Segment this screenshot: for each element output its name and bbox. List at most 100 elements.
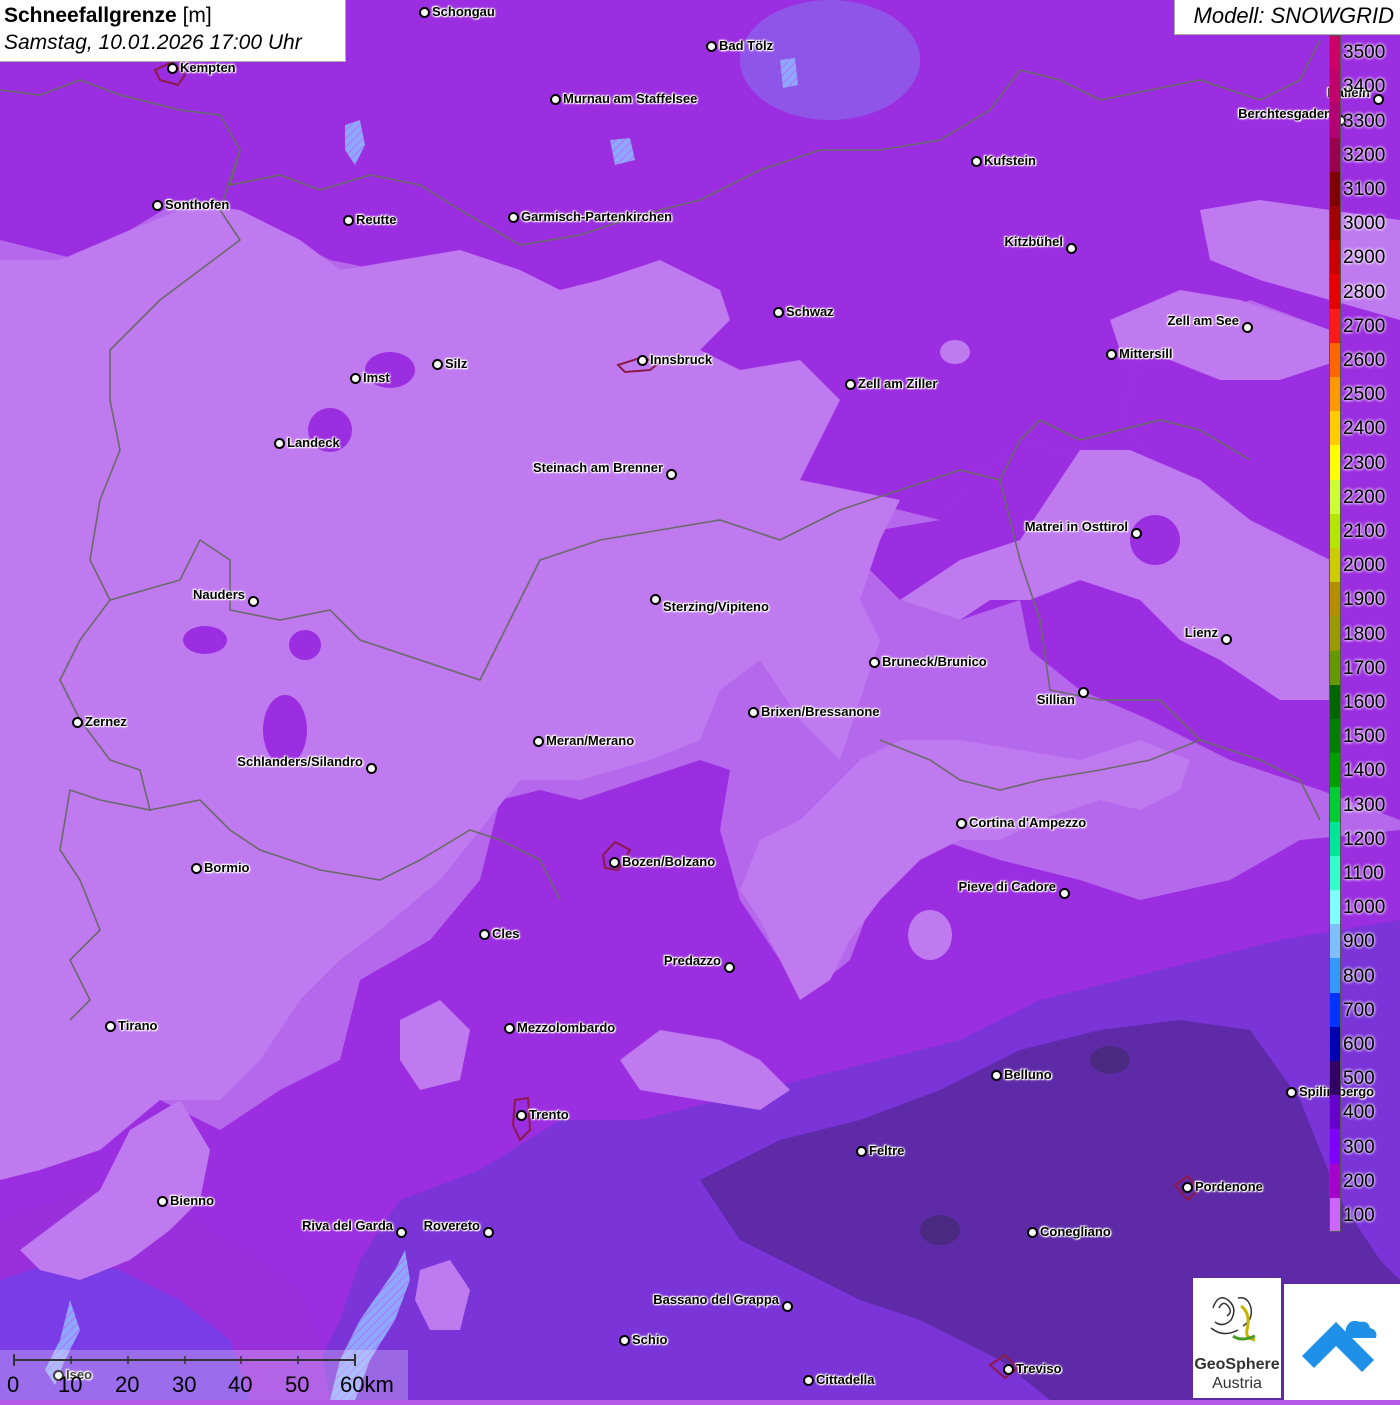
legend-label: 1800	[1343, 623, 1386, 645]
legend-label: 1600	[1343, 691, 1386, 713]
legend-label: 800	[1343, 965, 1375, 987]
city-label: Landeck	[287, 435, 340, 450]
city-label: Imst	[363, 370, 390, 385]
city-marker	[1059, 888, 1070, 899]
city-marker	[856, 1146, 867, 1157]
city-marker	[956, 818, 967, 829]
legend-label: 3100	[1343, 178, 1386, 200]
legend-label: 400	[1343, 1102, 1375, 1124]
city-marker	[504, 1023, 515, 1034]
city-label: Schongau	[432, 4, 495, 19]
city-label: Cortina d'Ampezzo	[969, 815, 1087, 830]
city-label: Matrei in Osttirol	[1024, 519, 1128, 534]
city-marker	[343, 215, 354, 226]
legend-label: 2600	[1343, 349, 1386, 371]
legend-label: 900	[1343, 931, 1375, 953]
city-marker	[1131, 528, 1142, 539]
city-label: Reutte	[356, 212, 397, 227]
legend-label: 2100	[1343, 520, 1386, 542]
city-label: Schlanders/Silandro	[237, 754, 363, 769]
city-label: Meran/Merano	[546, 733, 635, 748]
city-label: Cles	[492, 926, 520, 941]
city-label: Brixen/Bressanone	[761, 704, 880, 719]
city-label: Sterzing/Vipiteno	[663, 599, 769, 614]
mountain-cloud-icon	[1302, 1320, 1377, 1372]
legend-label: 2900	[1343, 247, 1386, 269]
city-label: Bruneck/Brunico	[882, 654, 987, 669]
scale-label-10: 10	[58, 1372, 83, 1397]
pocket-belluno-dark	[1090, 1046, 1130, 1074]
city-marker	[550, 94, 561, 105]
pocket-badtoelz-blue	[740, 0, 920, 120]
legend-label: 200	[1343, 1170, 1375, 1192]
city-label: Pieve di Cadore	[958, 879, 1056, 894]
legend-label: 2500	[1343, 384, 1386, 406]
city-marker	[1066, 243, 1077, 254]
city-label: Lienz	[1184, 625, 1218, 640]
city-label: Zernez	[85, 714, 127, 729]
city-label: Conegliano	[1040, 1224, 1111, 1239]
city-label: Steinach am Brenner	[532, 460, 663, 475]
city-marker	[1078, 687, 1089, 698]
city-marker	[167, 63, 178, 74]
scale-label-30: 30	[172, 1372, 197, 1397]
city-label: Bienno	[170, 1193, 215, 1208]
city-marker	[619, 1335, 630, 1346]
legend-label: 500	[1343, 1068, 1375, 1090]
city-label: Tirano	[118, 1018, 158, 1033]
city-marker	[152, 200, 163, 211]
city-label: Murnau am Staffelsee	[563, 91, 698, 106]
city-marker	[483, 1227, 494, 1238]
legend-label: 2300	[1343, 452, 1386, 474]
city-label: Riva del Garda	[301, 1218, 393, 1233]
legend-label: 1900	[1343, 589, 1386, 611]
city-marker	[1003, 1364, 1014, 1375]
city-label: Bad Tölz	[719, 38, 774, 53]
city-marker	[869, 657, 880, 668]
scale-label-0: 0	[7, 1372, 20, 1397]
legend-label: 2400	[1343, 418, 1386, 440]
city-label: Treviso	[1016, 1361, 1062, 1376]
city-marker	[666, 469, 677, 480]
city-marker	[782, 1301, 793, 1312]
city-marker	[274, 438, 285, 449]
city-marker	[508, 212, 519, 223]
map-datetime: Samstag, 10.01.2026 17:00 Uhr	[4, 31, 302, 54]
city-marker	[479, 929, 490, 940]
city-marker	[803, 1375, 814, 1386]
city-marker	[1221, 634, 1232, 645]
legend-label: 3000	[1343, 213, 1386, 235]
city-marker	[1027, 1227, 1038, 1238]
legend-label: 1300	[1343, 794, 1386, 816]
city-marker	[432, 359, 443, 370]
legend-label: 1500	[1343, 726, 1386, 748]
city-marker	[1182, 1182, 1193, 1193]
city-label: Mittersill	[1119, 346, 1173, 361]
city-label: Belluno	[1004, 1067, 1052, 1082]
pocket-matrei	[1130, 515, 1180, 565]
partner-logo	[1284, 1284, 1400, 1400]
city-marker	[1242, 322, 1253, 333]
scale-label-50: 50	[285, 1372, 310, 1397]
city-marker	[191, 863, 202, 874]
city-label: Schwaz	[786, 304, 834, 319]
city-label: Predazzo	[663, 953, 721, 968]
city-label: Mezzolombardo	[517, 1020, 616, 1035]
city-marker	[105, 1021, 116, 1032]
city-label: Silz	[445, 356, 468, 371]
city-label: Rovereto	[423, 1218, 480, 1233]
city-label: Bassano del Grappa	[653, 1292, 779, 1307]
legend-label: 3200	[1343, 144, 1386, 166]
city-label: Bozen/Bolzano	[622, 854, 716, 869]
scale-label-40: 40	[228, 1372, 253, 1397]
city-marker	[1106, 349, 1117, 360]
city-marker	[991, 1070, 1002, 1081]
scale-label-20: 20	[115, 1372, 140, 1397]
city-label: Kufstein	[984, 153, 1036, 168]
city-label: Kempten	[180, 60, 236, 75]
geosphere-icon	[1210, 1296, 1256, 1342]
legend-label: 2000	[1343, 555, 1386, 577]
legend-label: 1700	[1343, 657, 1386, 679]
legend-label: 1200	[1343, 828, 1386, 850]
city-label: Pordenone	[1195, 1179, 1263, 1194]
